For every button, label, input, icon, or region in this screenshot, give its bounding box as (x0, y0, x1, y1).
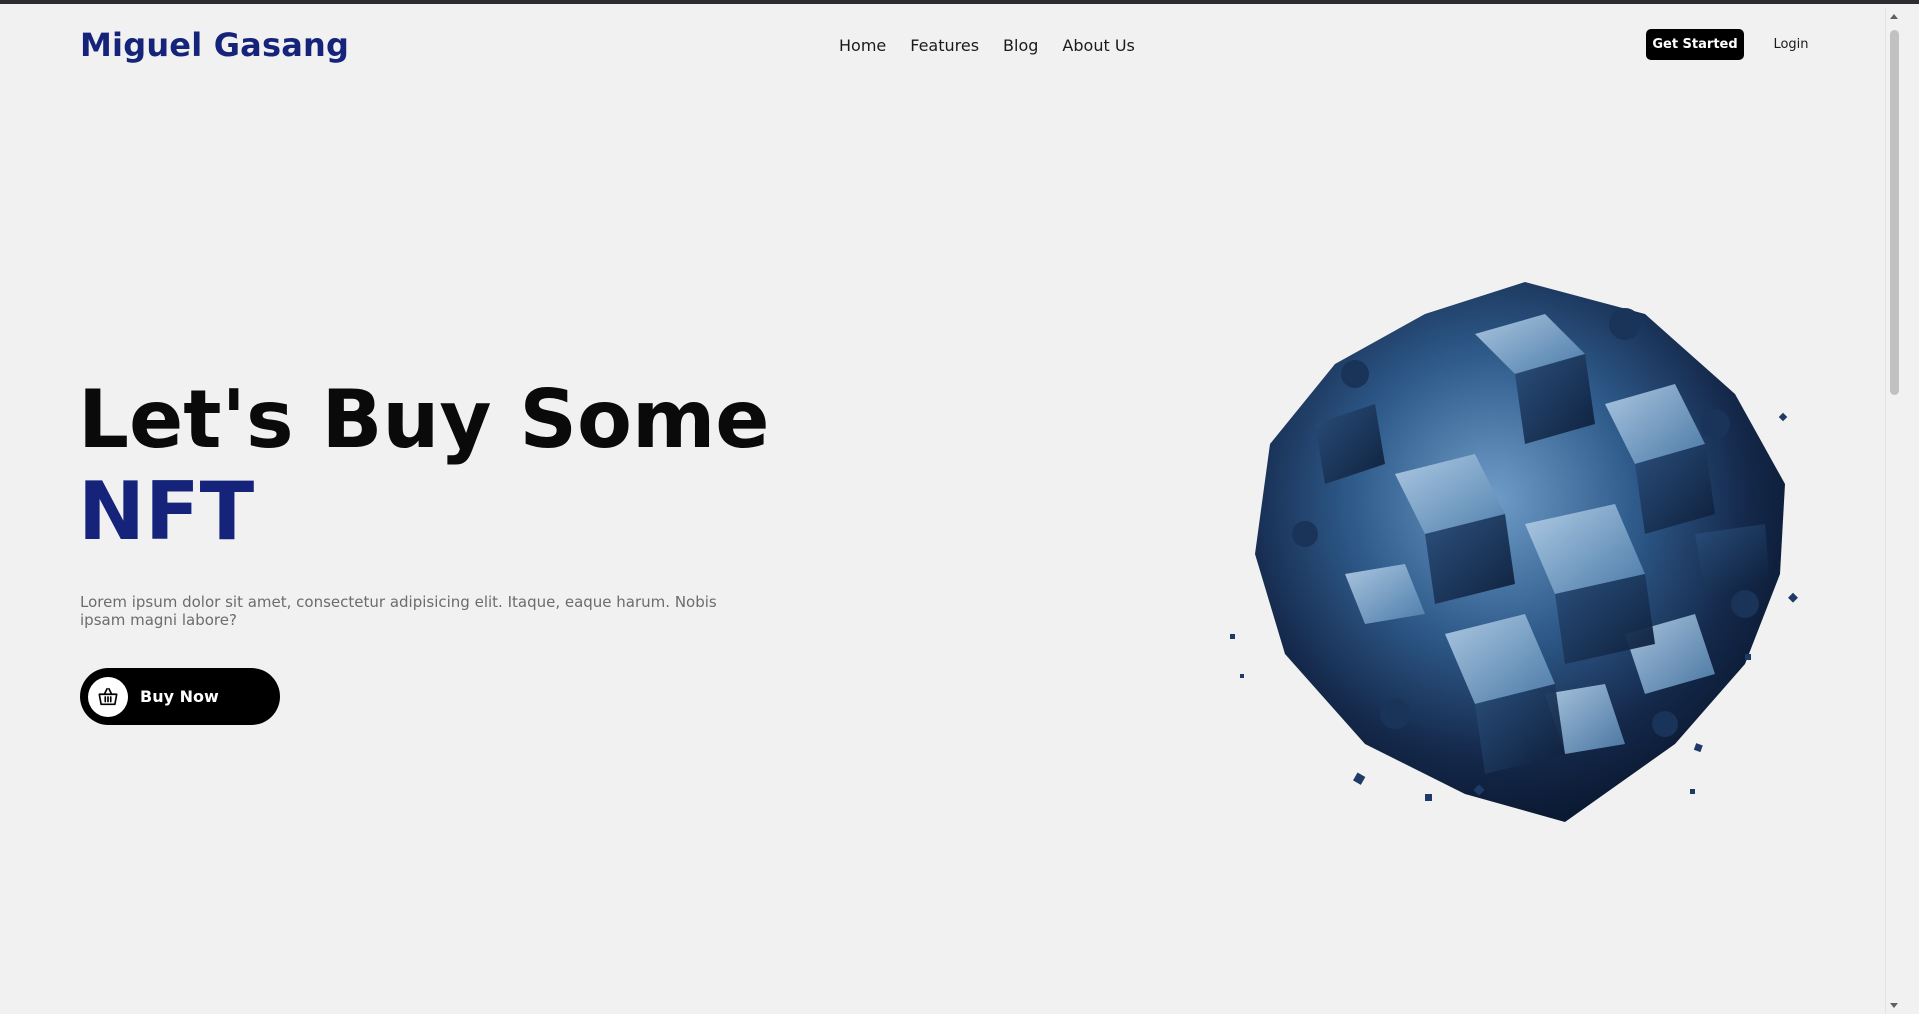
hero-description: Lorem ipsum dolor sit amet, consectetur … (80, 593, 717, 629)
main-nav: Home Features Blog About Us (839, 36, 1135, 55)
landing-page: Miguel Gasang Home Features Blog About U… (0, 4, 1902, 1014)
nft-cube-sphere-image (1230, 282, 1798, 822)
buy-now-button[interactable]: Buy Now (80, 668, 280, 725)
nav-blog[interactable]: Blog (1003, 36, 1038, 55)
nav-home[interactable]: Home (839, 36, 886, 55)
login-button[interactable]: Login (1760, 29, 1822, 60)
scroll-down-icon[interactable] (1890, 1003, 1898, 1008)
page-scrollbar[interactable] (1885, 8, 1902, 1014)
get-started-button[interactable]: Get Started (1646, 29, 1744, 60)
hero-title-accent: NFT (78, 465, 255, 558)
scrollbar-thumb[interactable] (1890, 30, 1899, 395)
basket-icon (88, 676, 128, 717)
nav-about-us[interactable]: About Us (1062, 36, 1134, 55)
hero-title: Let's Buy Some NFT (78, 374, 770, 558)
nav-features[interactable]: Features (910, 36, 979, 55)
buy-now-label: Buy Now (140, 687, 219, 706)
site-logo[interactable]: Miguel Gasang (80, 26, 349, 64)
scroll-up-icon[interactable] (1890, 14, 1898, 19)
hero-title-line1: Let's Buy Some (78, 373, 770, 466)
